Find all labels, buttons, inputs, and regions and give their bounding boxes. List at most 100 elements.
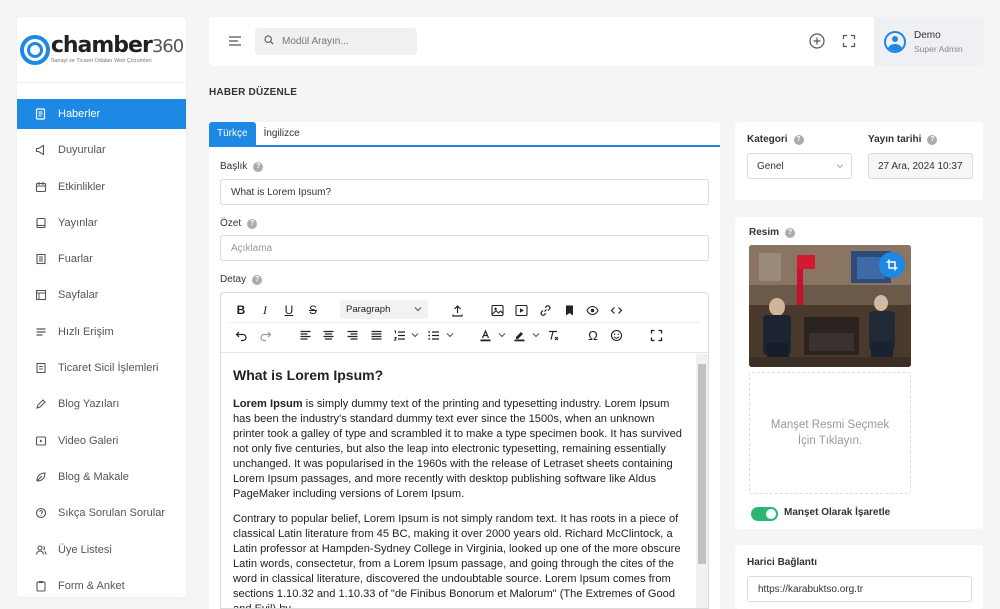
- question-icon: [35, 507, 47, 519]
- sidebar-item-label: Blog & Makale: [58, 470, 129, 483]
- preview-eye-icon[interactable]: [585, 303, 599, 317]
- align-left-icon[interactable]: [298, 328, 312, 342]
- sidebar-item-sayfalar[interactable]: Sayfalar: [17, 280, 186, 310]
- title-input[interactable]: [220, 179, 709, 205]
- add-circle-icon[interactable]: [809, 33, 825, 49]
- help-icon[interactable]: ?: [247, 218, 258, 229]
- help-icon[interactable]: ?: [252, 274, 263, 285]
- bold-icon[interactable]: B: [234, 303, 248, 317]
- headline-toggle[interactable]: [751, 507, 778, 521]
- special-char-icon[interactable]: Ω: [586, 328, 600, 343]
- category-label: Kategori ?: [747, 134, 804, 145]
- external-link-input[interactable]: [747, 576, 972, 602]
- tab-ingilizce[interactable]: İngilizce: [256, 122, 308, 145]
- sidebar-item-sss[interactable]: Sıkça Sorulan Sorular: [17, 498, 186, 528]
- tab-turkce[interactable]: Türkçe: [209, 122, 256, 145]
- media-icon[interactable]: [514, 303, 528, 317]
- headline-image-upload[interactable]: Manşet Resmi Seçmek İçin Tıklayın.: [749, 372, 911, 494]
- summary-input[interactable]: [220, 235, 709, 261]
- category-select[interactable]: Genel: [747, 153, 852, 179]
- source-code-icon[interactable]: [609, 303, 623, 317]
- sidebar-item-duyurular[interactable]: Duyurular: [17, 135, 186, 165]
- pen-icon: [35, 398, 47, 410]
- content-paragraph: Contrary to popular belief, Lorem Ipsum …: [233, 513, 681, 609]
- sidebar-item-label: Haberler: [58, 108, 101, 120]
- help-icon[interactable]: ?: [253, 161, 264, 172]
- link-icon[interactable]: [538, 303, 552, 317]
- clear-format-icon[interactable]: [546, 328, 560, 342]
- sidebar-item-label: Etkinlikler: [58, 180, 106, 193]
- editor-content[interactable]: What is Lorem Ipsum? Lorem Ipsum is simp…: [221, 354, 697, 609]
- video-icon: [35, 435, 47, 447]
- publish-date-input[interactable]: 27 Ara, 2024 10:37: [868, 153, 973, 179]
- image-icon[interactable]: [490, 303, 504, 317]
- fullscreen-icon[interactable]: [841, 33, 857, 49]
- date-label-text: Yayın tarihi: [868, 134, 922, 145]
- paragraph-style-select[interactable]: Paragraph: [340, 300, 428, 319]
- italic-icon[interactable]: I: [258, 303, 272, 317]
- logo[interactable]: chamber360 Sanayi ve Ticaret Odaları Web…: [17, 17, 186, 83]
- summary-label: Özet ?: [220, 218, 258, 229]
- help-icon[interactable]: ?: [793, 134, 804, 145]
- scrollbar-thumb[interactable]: [698, 364, 706, 564]
- sidebar-item-blog-yazilari[interactable]: Blog Yazıları: [17, 389, 186, 419]
- sidebar-nav: Haberler Duyurular Etkinlikler Yayınlar …: [17, 83, 186, 601]
- numbered-list-icon[interactable]: [392, 328, 406, 342]
- editor-scrollbar[interactable]: [696, 354, 708, 608]
- user-menu[interactable]: Demo Super Admin: [874, 17, 984, 66]
- sidebar-item-form-anket[interactable]: Form & Anket: [17, 571, 186, 601]
- sidebar-item-uye-listesi[interactable]: Üye Listesi: [17, 535, 186, 565]
- strikethrough-icon[interactable]: S: [306, 303, 320, 317]
- pages-icon: [35, 289, 47, 301]
- menu-toggle-icon[interactable]: [228, 34, 242, 48]
- chevron-down-icon[interactable]: [443, 328, 457, 342]
- sidebar-item-label: Duyurular: [58, 144, 106, 157]
- module-search[interactable]: [255, 28, 417, 55]
- crop-icon[interactable]: [879, 252, 905, 278]
- headline-toggle-label: Manşet Olarak İşaretle: [784, 507, 891, 518]
- title-label: Başlık ?: [220, 161, 264, 172]
- sidebar-item-haberler[interactable]: Haberler: [17, 99, 186, 129]
- chevron-down-icon: [414, 305, 422, 316]
- help-icon[interactable]: ?: [785, 227, 796, 238]
- sidebar-item-blog-makale[interactable]: Blog & Makale: [17, 462, 186, 492]
- align-center-icon[interactable]: [321, 328, 335, 342]
- clipboard-icon: [35, 580, 47, 592]
- help-icon[interactable]: ?: [927, 134, 938, 145]
- book-icon: [35, 217, 47, 229]
- sidebar-item-etkinlikler[interactable]: Etkinlikler: [17, 172, 186, 202]
- sidebar-item-ticaret-sicil[interactable]: Ticaret Sicil İşlemleri: [17, 353, 186, 383]
- news-image[interactable]: [749, 245, 911, 367]
- sidebar-item-label: Blog Yazıları: [58, 398, 120, 411]
- sidebar-item-video-galeri[interactable]: Video Galeri: [17, 426, 186, 456]
- sidebar-item-label: Fuarlar: [58, 253, 93, 266]
- bullet-list-icon[interactable]: [426, 328, 440, 342]
- meta-card: Kategori ? Genel Yayın tarihi ? 27 Ara, …: [735, 122, 983, 200]
- chevron-down-icon[interactable]: [495, 328, 509, 342]
- chevron-down-icon: [836, 162, 844, 173]
- redo-icon[interactable]: [258, 328, 272, 342]
- content-bold-text: Lorem Ipsum: [233, 398, 303, 410]
- sidebar-item-label: Üye Listesi: [58, 543, 112, 556]
- upload-icon[interactable]: [450, 303, 464, 317]
- bookmark-icon[interactable]: [562, 303, 576, 317]
- category-value: Genel: [757, 160, 784, 172]
- emoji-icon[interactable]: [609, 328, 623, 342]
- toolbar-divider: [229, 322, 700, 323]
- highlight-icon[interactable]: [512, 328, 526, 342]
- chevron-down-icon[interactable]: [529, 328, 543, 342]
- paragraph-style-value: Paragraph: [346, 304, 391, 315]
- align-right-icon[interactable]: [345, 328, 359, 342]
- underline-icon[interactable]: U: [282, 303, 296, 317]
- chevron-down-icon[interactable]: [408, 328, 422, 342]
- search-input[interactable]: [282, 36, 412, 47]
- sidebar-item-label: Sayfalar: [58, 289, 99, 302]
- align-justify-icon[interactable]: [369, 328, 383, 342]
- fullscreen-icon[interactable]: [649, 328, 663, 342]
- undo-icon[interactable]: [234, 328, 248, 342]
- sidebar-item-fuarlar[interactable]: Fuarlar: [17, 244, 186, 274]
- sidebar-item-yayinlar[interactable]: Yayınlar: [17, 208, 186, 238]
- search-icon: [264, 35, 274, 48]
- sidebar-item-hizli-erisim[interactable]: Hızlı Erişim: [17, 317, 186, 347]
- text-color-icon[interactable]: [478, 328, 492, 342]
